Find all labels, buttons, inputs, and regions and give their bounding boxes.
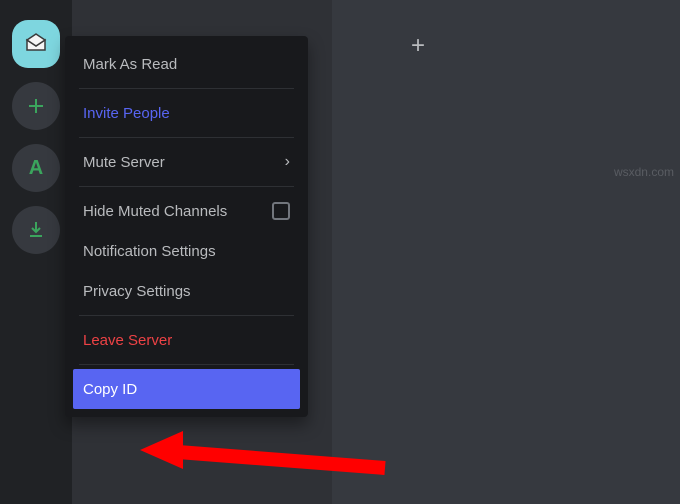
menu-leave-server[interactable]: Leave Server <box>73 320 300 360</box>
menu-label: Notification Settings <box>83 243 216 260</box>
menu-label: Leave Server <box>83 332 172 349</box>
add-channel-button[interactable]: + <box>411 32 425 60</box>
menu-invite-people[interactable]: Invite People <box>73 93 300 133</box>
plus-icon: + <box>411 32 425 59</box>
checkbox-icon <box>272 202 290 220</box>
menu-divider <box>79 364 294 365</box>
menu-label: Mute Server <box>83 154 165 171</box>
chevron-right-icon: › <box>285 153 290 171</box>
server-sidebar: A <box>0 0 72 504</box>
menu-label: Copy ID <box>83 381 137 398</box>
menu-copy-id[interactable]: Copy ID <box>73 369 300 409</box>
menu-mute-server[interactable]: Mute Server › <box>73 142 300 182</box>
server-context-menu: Mark As Read Invite People Mute Server ›… <box>65 36 308 417</box>
server-icon-add[interactable] <box>12 82 60 130</box>
menu-divider <box>79 315 294 316</box>
menu-label: Invite People <box>83 105 170 122</box>
envelope-icon <box>24 32 48 56</box>
server-icon-download[interactable] <box>12 206 60 254</box>
menu-notification-settings[interactable]: Notification Settings <box>73 231 300 271</box>
menu-mark-as-read[interactable]: Mark As Read <box>73 44 300 84</box>
menu-hide-muted-channels[interactable]: Hide Muted Channels <box>73 191 300 231</box>
server-icon-active[interactable] <box>12 20 60 68</box>
watermark: wsxdn.com <box>614 165 674 179</box>
menu-divider <box>79 186 294 187</box>
main-content <box>332 0 680 504</box>
server-icon-logo[interactable]: A <box>12 144 60 192</box>
menu-label: Hide Muted Channels <box>83 203 227 220</box>
menu-divider <box>79 137 294 138</box>
menu-privacy-settings[interactable]: Privacy Settings <box>73 271 300 311</box>
server-letter-icon: A <box>29 157 43 180</box>
plus-icon <box>24 94 48 118</box>
download-icon <box>24 218 48 242</box>
menu-label: Mark As Read <box>83 56 177 73</box>
menu-label: Privacy Settings <box>83 283 191 300</box>
menu-divider <box>79 88 294 89</box>
